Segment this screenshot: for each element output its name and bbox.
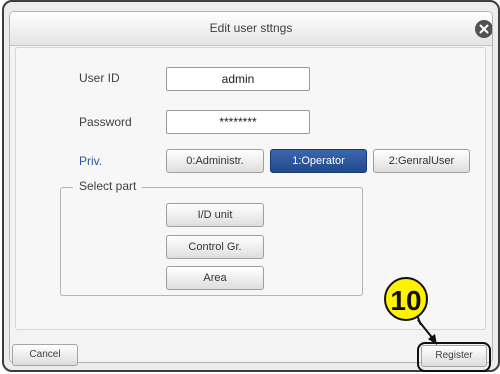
close-icon [479,24,489,34]
priv-operator-button[interactable]: 1:Operator [270,149,367,173]
select-part-title: Select part [73,179,143,193]
dialog-titlebar: Edit user sttngs [10,12,492,46]
priv-general-user-button[interactable]: 2:GenralUser [373,149,470,173]
user-id-label: User ID [79,71,120,85]
dialog-title: Edit user sttngs [209,21,293,35]
priv-administrator-button[interactable]: 0:Administr. [166,149,264,173]
password-label: Password [79,115,132,129]
id-unit-button[interactable]: I/D unit [166,203,264,227]
close-button[interactable] [475,20,492,38]
password-field[interactable]: ******** [166,110,310,134]
step-arrow [417,319,437,345]
priv-label: Priv. [79,154,103,168]
area-button[interactable]: Area [166,266,264,290]
cancel-button[interactable]: Cancel [12,344,78,366]
control-group-button[interactable]: Control Gr. [166,235,264,259]
step-number: 10 [390,285,421,316]
user-id-field[interactable]: admin [166,67,310,91]
